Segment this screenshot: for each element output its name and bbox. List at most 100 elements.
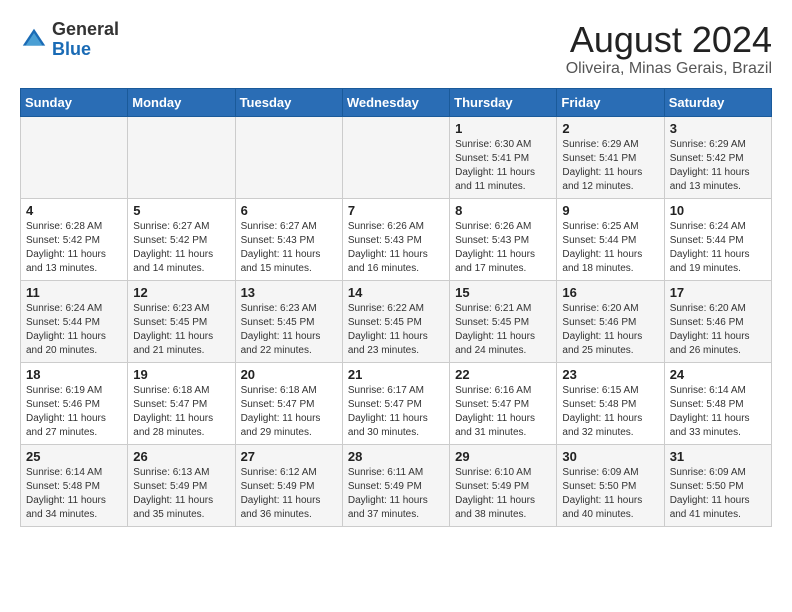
day-info: Sunrise: 6:24 AM Sunset: 5:44 PM Dayligh… — [670, 220, 766, 276]
day-number: 17 — [670, 285, 766, 300]
day-number: 9 — [562, 203, 658, 218]
calendar-cell: 24 Sunrise: 6:14 AM Sunset: 5:48 PM Dayli… — [664, 362, 771, 444]
day-info: Sunrise: 6:10 AM Sunset: 5:49 PM Dayligh… — [455, 466, 551, 522]
day-info: Sunrise: 6:30 AM Sunset: 5:41 PM Dayligh… — [455, 138, 551, 194]
calendar-cell: 3Sunrise: 6:29 AM Sunset: 5:42 PM Daylig… — [664, 116, 771, 198]
calendar-cell: 29 Sunrise: 6:10 AM Sunset: 5:49 PM Dayli… — [450, 444, 557, 526]
day-number: 6 — [241, 203, 337, 218]
day-info: Sunrise: 6:13 AM Sunset: 5:49 PM Dayligh… — [133, 466, 229, 522]
calendar-cell: 20 Sunrise: 6:18 AM Sunset: 5:47 PM Dayli… — [235, 362, 342, 444]
day-info: Sunrise: 6:11 AM Sunset: 5:49 PM Dayligh… — [348, 466, 444, 522]
day-number: 22 — [455, 367, 551, 382]
calendar-cell: 22 Sunrise: 6:16 AM Sunset: 5:47 PM Dayli… — [450, 362, 557, 444]
day-info: Sunrise: 6:19 AM Sunset: 5:46 PM Dayligh… — [26, 384, 122, 440]
calendar-cell: 14 Sunrise: 6:22 AM Sunset: 5:45 PM Dayli… — [342, 280, 449, 362]
day-info: Sunrise: 6:22 AM Sunset: 5:45 PM Dayligh… — [348, 302, 444, 358]
calendar-cell: 30 Sunrise: 6:09 AM Sunset: 5:50 PM Dayli… — [557, 444, 664, 526]
weekday-row: SundayMondayTuesdayWednesdayThursdayFrid… — [21, 88, 772, 116]
day-info: Sunrise: 6:26 AM Sunset: 5:43 PM Dayligh… — [455, 220, 551, 276]
calendar-cell: 18Sunrise: 6:19 AM Sunset: 5:46 PM Dayli… — [21, 362, 128, 444]
calendar-cell: 7 Sunrise: 6:26 AM Sunset: 5:43 PM Daylig… — [342, 198, 449, 280]
calendar-cell — [21, 116, 128, 198]
weekday-header: Saturday — [664, 88, 771, 116]
weekday-header: Wednesday — [342, 88, 449, 116]
day-number: 16 — [562, 285, 658, 300]
day-info: Sunrise: 6:23 AM Sunset: 5:45 PM Dayligh… — [133, 302, 229, 358]
day-info: Sunrise: 6:14 AM Sunset: 5:48 PM Dayligh… — [26, 466, 122, 522]
calendar-body: 1Sunrise: 6:30 AM Sunset: 5:41 PM Daylig… — [21, 116, 772, 526]
day-info: Sunrise: 6:28 AM Sunset: 5:42 PM Dayligh… — [26, 220, 122, 276]
day-number: 31 — [670, 449, 766, 464]
day-info: Sunrise: 6:18 AM Sunset: 5:47 PM Dayligh… — [133, 384, 229, 440]
day-info: Sunrise: 6:09 AM Sunset: 5:50 PM Dayligh… — [562, 466, 658, 522]
calendar-cell: 27 Sunrise: 6:12 AM Sunset: 5:49 PM Dayli… — [235, 444, 342, 526]
day-number: 7 — [348, 203, 444, 218]
calendar-cell: 25 Sunrise: 6:14 AM Sunset: 5:48 PM Dayli… — [21, 444, 128, 526]
weekday-header: Sunday — [21, 88, 128, 116]
month-year: August 2024 — [566, 20, 772, 60]
calendar-cell: 17 Sunrise: 6:20 AM Sunset: 5:46 PM Dayli… — [664, 280, 771, 362]
calendar-cell: 6 Sunrise: 6:27 AM Sunset: 5:43 PM Daylig… — [235, 198, 342, 280]
calendar-week-row: 1Sunrise: 6:30 AM Sunset: 5:41 PM Daylig… — [21, 116, 772, 198]
day-number: 4 — [26, 203, 122, 218]
day-number: 26 — [133, 449, 229, 464]
calendar-cell: 9 Sunrise: 6:25 AM Sunset: 5:44 PM Daylig… — [557, 198, 664, 280]
calendar-week-row: 11 Sunrise: 6:24 AM Sunset: 5:44 PM Dayli… — [21, 280, 772, 362]
page-header: General Blue August 2024 Oliveira, Minas… — [20, 20, 772, 78]
day-info: Sunrise: 6:14 AM Sunset: 5:48 PM Dayligh… — [670, 384, 766, 440]
day-number: 24 — [670, 367, 766, 382]
calendar-cell: 23Sunrise: 6:15 AM Sunset: 5:48 PM Dayli… — [557, 362, 664, 444]
calendar-cell — [342, 116, 449, 198]
day-info: Sunrise: 6:16 AM Sunset: 5:47 PM Dayligh… — [455, 384, 551, 440]
day-info: Sunrise: 6:27 AM Sunset: 5:42 PM Dayligh… — [133, 220, 229, 276]
day-number: 15 — [455, 285, 551, 300]
calendar-week-row: 25 Sunrise: 6:14 AM Sunset: 5:48 PM Dayli… — [21, 444, 772, 526]
calendar-cell: 2 Sunrise: 6:29 AM Sunset: 5:41 PM Daylig… — [557, 116, 664, 198]
day-number: 21 — [348, 367, 444, 382]
day-info: Sunrise: 6:25 AM Sunset: 5:44 PM Dayligh… — [562, 220, 658, 276]
day-number: 27 — [241, 449, 337, 464]
day-number: 2 — [562, 121, 658, 136]
day-info: Sunrise: 6:20 AM Sunset: 5:46 PM Dayligh… — [670, 302, 766, 358]
day-info: Sunrise: 6:23 AM Sunset: 5:45 PM Dayligh… — [241, 302, 337, 358]
calendar-week-row: 4 Sunrise: 6:28 AM Sunset: 5:42 PM Daylig… — [21, 198, 772, 280]
calendar-cell: 21 Sunrise: 6:17 AM Sunset: 5:47 PM Dayli… — [342, 362, 449, 444]
title-block: August 2024 Oliveira, Minas Gerais, Braz… — [566, 20, 772, 78]
day-info: Sunrise: 6:17 AM Sunset: 5:47 PM Dayligh… — [348, 384, 444, 440]
day-info: Sunrise: 6:26 AM Sunset: 5:43 PM Dayligh… — [348, 220, 444, 276]
day-info: Sunrise: 6:18 AM Sunset: 5:47 PM Dayligh… — [241, 384, 337, 440]
calendar-header: SundayMondayTuesdayWednesdayThursdayFrid… — [21, 88, 772, 116]
day-number: 8 — [455, 203, 551, 218]
location: Oliveira, Minas Gerais, Brazil — [566, 60, 772, 78]
day-number: 12 — [133, 285, 229, 300]
weekday-header: Thursday — [450, 88, 557, 116]
calendar-cell: 15Sunrise: 6:21 AM Sunset: 5:45 PM Dayli… — [450, 280, 557, 362]
day-number: 19 — [133, 367, 229, 382]
calendar-cell: 26 Sunrise: 6:13 AM Sunset: 5:49 PM Dayli… — [128, 444, 235, 526]
calendar-cell: 1Sunrise: 6:30 AM Sunset: 5:41 PM Daylig… — [450, 116, 557, 198]
calendar-cell: 12 Sunrise: 6:23 AM Sunset: 5:45 PM Dayli… — [128, 280, 235, 362]
day-info: Sunrise: 6:20 AM Sunset: 5:46 PM Dayligh… — [562, 302, 658, 358]
day-number: 25 — [26, 449, 122, 464]
day-info: Sunrise: 6:27 AM Sunset: 5:43 PM Dayligh… — [241, 220, 337, 276]
day-number: 11 — [26, 285, 122, 300]
logo-text: General Blue — [52, 20, 119, 60]
day-number: 10 — [670, 203, 766, 218]
day-info: Sunrise: 6:12 AM Sunset: 5:49 PM Dayligh… — [241, 466, 337, 522]
day-number: 3 — [670, 121, 766, 136]
calendar-cell: 11 Sunrise: 6:24 AM Sunset: 5:44 PM Dayli… — [21, 280, 128, 362]
day-number: 14 — [348, 285, 444, 300]
day-number: 5 — [133, 203, 229, 218]
calendar-cell: 16 Sunrise: 6:20 AM Sunset: 5:46 PM Dayli… — [557, 280, 664, 362]
day-info: Sunrise: 6:24 AM Sunset: 5:44 PM Dayligh… — [26, 302, 122, 358]
day-info: Sunrise: 6:09 AM Sunset: 5:50 PM Dayligh… — [670, 466, 766, 522]
day-number: 30 — [562, 449, 658, 464]
weekday-header: Friday — [557, 88, 664, 116]
day-number: 28 — [348, 449, 444, 464]
calendar-cell: 5 Sunrise: 6:27 AM Sunset: 5:42 PM Daylig… — [128, 198, 235, 280]
day-info: Sunrise: 6:15 AM Sunset: 5:48 PM Dayligh… — [562, 384, 658, 440]
day-number: 29 — [455, 449, 551, 464]
day-number: 20 — [241, 367, 337, 382]
day-info: Sunrise: 6:29 AM Sunset: 5:41 PM Dayligh… — [562, 138, 658, 194]
day-number: 13 — [241, 285, 337, 300]
